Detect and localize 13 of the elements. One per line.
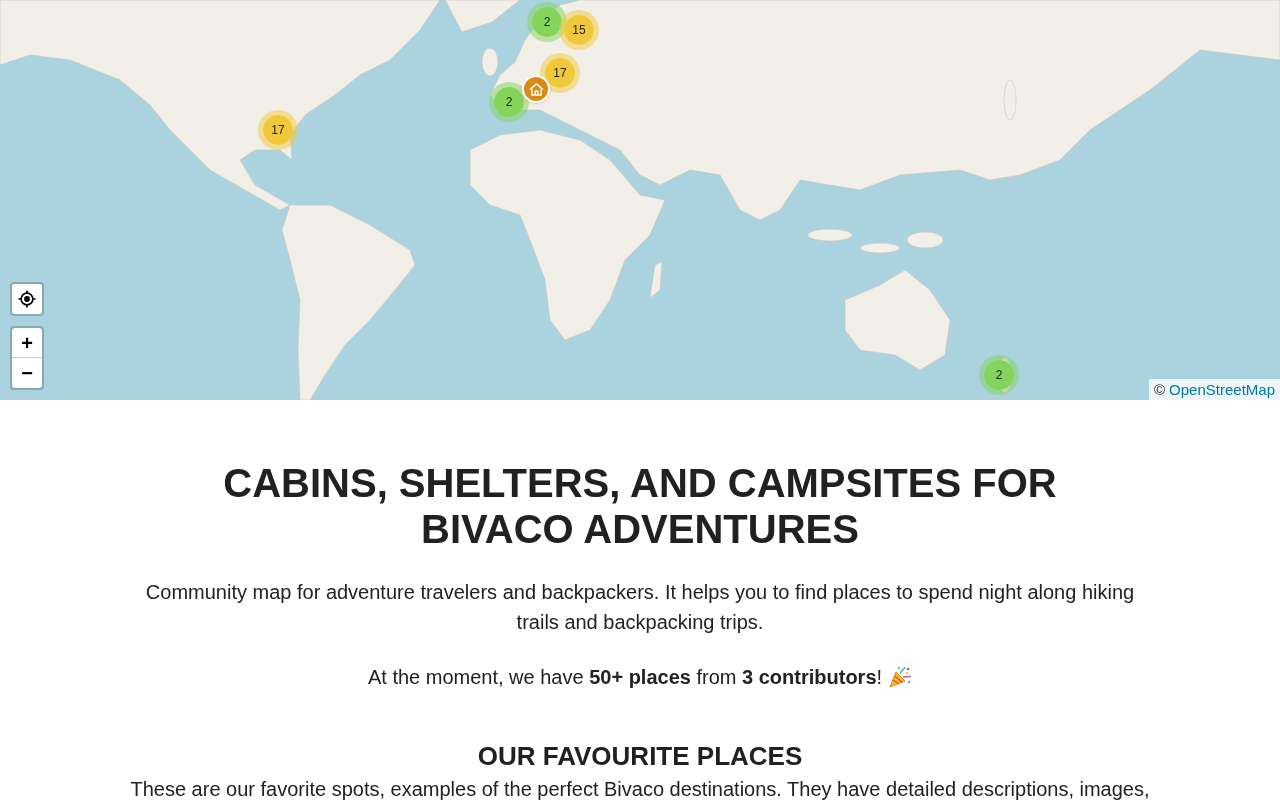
locate-icon <box>18 290 36 308</box>
section-text: These are our favorite spots, examples of the perfect Bivaco destinations. They have detailed descriptions, images, <box>130 779 1150 799</box>
intro-text: Community map for adventure travelers and backpackers. It helps you to find places to spend night along hiking trails and backpacking trips. <box>144 580 1136 635</box>
copyright-text: © <box>1154 380 1166 400</box>
attribution-link[interactable]: OpenStreetMap <box>1169 379 1275 400</box>
party-popper-icon <box>888 665 913 689</box>
house-icon <box>528 82 544 96</box>
stats-text: At the moment, we have 50+ places from 3 contributors! <box>367 665 883 690</box>
zoom-out-button[interactable]: − <box>12 358 42 388</box>
locate-button[interactable] <box>10 282 44 316</box>
zoom-in-button[interactable]: + <box>12 328 42 358</box>
page-title: CABINS, SHELTERS, AND CAMPSITES FOR BIVACO ADVENTURES <box>222 460 1058 552</box>
section-title: OUR FAVOURITE PLACES <box>476 741 804 771</box>
